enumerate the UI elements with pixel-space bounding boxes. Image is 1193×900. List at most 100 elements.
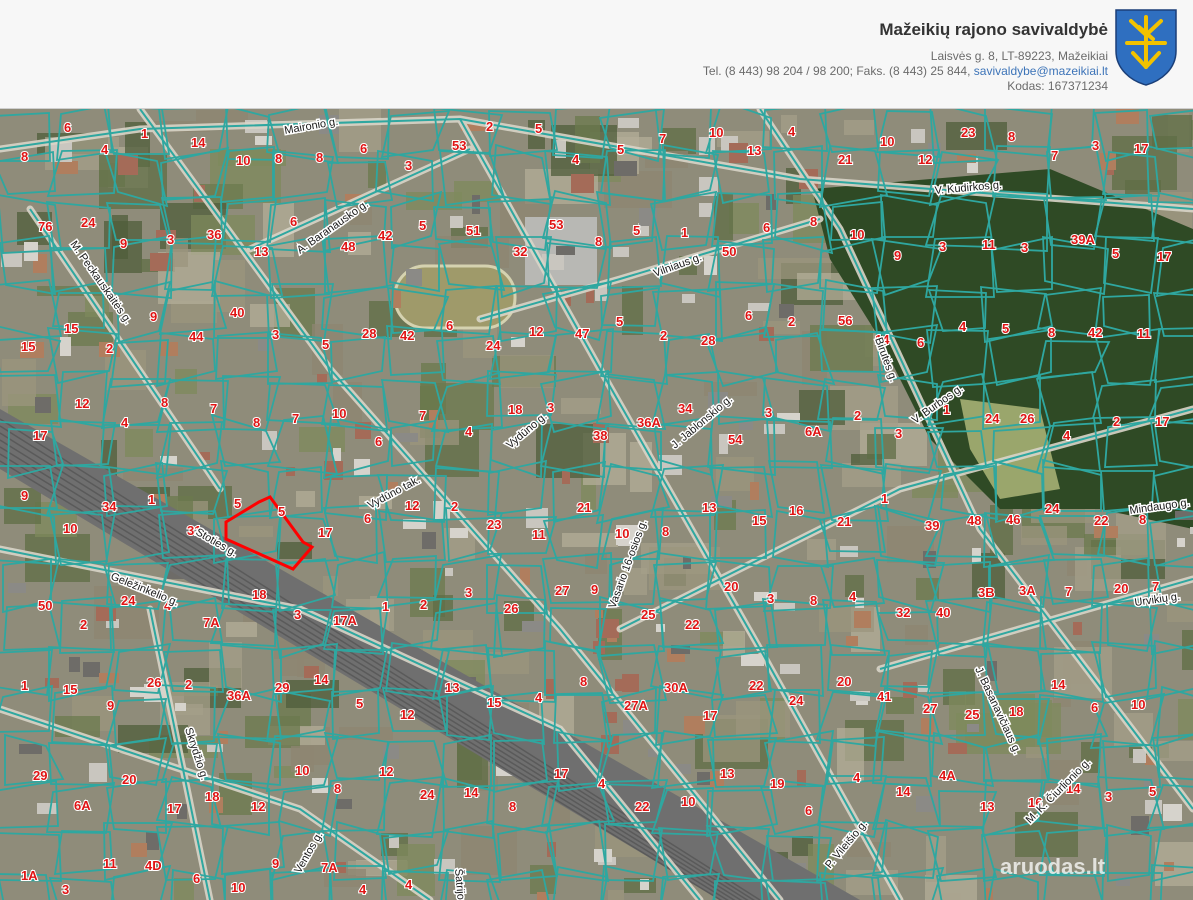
parcel-number: 4D — [145, 858, 162, 873]
building-roof — [846, 636, 858, 646]
building-roof — [972, 548, 981, 563]
building-roof — [35, 397, 51, 413]
parcel-number: 24 — [121, 593, 136, 608]
parcel-number: 20 — [122, 772, 136, 787]
parcel-number: 25 — [965, 707, 979, 722]
parcel-number: 39A — [1071, 232, 1095, 247]
building-roof — [434, 859, 455, 874]
building-roof — [614, 161, 637, 176]
parcel-number: 24 — [789, 693, 804, 708]
parcel-number: 4 — [959, 319, 967, 334]
parcel-number: 42 — [378, 228, 392, 243]
parcel-number: 25 — [641, 607, 655, 622]
building-roof — [8, 583, 26, 593]
parcel-number: 17A — [333, 613, 357, 628]
parcel-number: 54 — [728, 432, 743, 447]
building-roof — [750, 482, 759, 500]
building-roof — [622, 674, 639, 692]
parcel-number: 26 — [504, 601, 518, 616]
parcel-number: 5 — [616, 314, 623, 329]
parcel-number: 39 — [925, 518, 939, 533]
parcel-number: 3 — [1105, 789, 1112, 804]
parcel-number: 9 — [591, 582, 598, 597]
parcel-number: 48 — [341, 239, 355, 254]
building-roof — [595, 610, 603, 618]
building-roof — [19, 744, 42, 754]
parcel-number: 17 — [1157, 249, 1171, 264]
cadastral-map[interactable]: 8 6 4 1 14 10 8 8 6 3 53 2 5 4 5 7 10 13 4 21 10 12 23 8 7 3 17 76 2… — [0, 109, 1193, 900]
organization-code: Kodas: 167371234 — [1007, 79, 1108, 93]
parcel-number: 6 — [917, 335, 924, 350]
parcel-number: 17 — [703, 708, 717, 723]
parcel-number: 30A — [664, 680, 688, 695]
orthophoto-map[interactable]: 86411410 8 863532 5457 1013421101223 873 1776 2… — [0, 109, 1193, 900]
building-roof — [1163, 804, 1182, 821]
parcel-number: 12 — [918, 152, 932, 167]
parcel-number: 76 — [38, 219, 52, 234]
parcel-number: 8 — [275, 151, 282, 166]
parcel-number: 3 — [765, 405, 772, 420]
organization-address: Laisvės g. 8, LT-89223, Mažeikiai — [930, 49, 1108, 63]
parcel-number: 12 — [529, 324, 543, 339]
parcel-number: 5 — [633, 223, 640, 238]
building-roof — [911, 129, 925, 143]
parcel-number: 36A — [637, 415, 661, 430]
parcel-number: 5 — [617, 142, 624, 157]
parcel-number: 13 — [747, 143, 761, 158]
building-roof — [1177, 538, 1185, 547]
parcel-number: 8 — [580, 674, 587, 689]
parcel-number: 1 — [148, 492, 155, 507]
parcel-number: 4 — [121, 415, 129, 430]
building-roof — [37, 803, 58, 814]
parcel-number: 56 — [838, 313, 852, 328]
parcel-number: 10 — [615, 526, 629, 541]
building-roof — [336, 799, 352, 809]
parcel-number: 23 — [487, 517, 501, 532]
parcel-number: 6A — [805, 424, 822, 439]
parcel-number: 5 — [1002, 321, 1009, 336]
parcel-number: 4 — [101, 142, 109, 157]
building-roof — [613, 247, 629, 257]
parcel-number: 10 — [63, 521, 77, 536]
parcel-number: 6 — [745, 308, 752, 323]
parcel-number: 24 — [486, 338, 501, 353]
parcel-number: 34 — [678, 401, 693, 416]
parcel-number: 8 — [253, 415, 260, 430]
parcel-number: 2 — [106, 341, 113, 356]
parcel-number: 36 — [207, 227, 221, 242]
organization-contacts: Tel. (8 443) 98 204 / 98 200; Faks. (8 4… — [703, 64, 1108, 79]
parcel-number: 20 — [837, 674, 851, 689]
email-link[interactable]: savivaldybe@mazeikiai.lt — [974, 64, 1108, 78]
parcel-number: 7 — [1152, 579, 1159, 594]
parcel-number: 6 — [193, 871, 200, 886]
building-roof — [699, 203, 712, 217]
parcel-number: 5 — [278, 504, 285, 519]
parcel-number: 9 — [107, 698, 114, 713]
parcel-number: 17 — [1155, 414, 1169, 429]
parcel-number: 4 — [788, 124, 796, 139]
parcel-number: 12 — [405, 498, 419, 513]
parcel-number: 20 — [724, 579, 738, 594]
parcel-number: 1 — [681, 225, 688, 240]
parcel-number: 12 — [400, 707, 414, 722]
parcel-number: 14 — [191, 135, 206, 150]
parcel-number: 8 — [334, 781, 341, 796]
parcel-number: 15 — [63, 682, 77, 697]
parcel-number: 17 — [1134, 141, 1148, 156]
parcel-number: 2 — [420, 597, 427, 612]
parcel-number: 3 — [895, 426, 902, 441]
parcel-number: 17 — [554, 766, 568, 781]
parcel-number: 3 — [272, 327, 279, 342]
parcel-number: 2 — [788, 314, 795, 329]
parcel-number: 5 — [1149, 784, 1156, 799]
parcel-number: 17 — [167, 801, 181, 816]
parcel-number: 18 — [508, 402, 522, 417]
parcel-number: 4 — [598, 776, 606, 791]
parcel-number: 18 — [1009, 704, 1023, 719]
parcel-number: 22 — [1094, 513, 1108, 528]
building-roof — [780, 664, 800, 674]
building-roof — [1, 253, 22, 267]
parcel-number: 7 — [210, 401, 217, 416]
parcel-number: 6A — [74, 798, 91, 813]
parcel-number: 40 — [230, 305, 244, 320]
